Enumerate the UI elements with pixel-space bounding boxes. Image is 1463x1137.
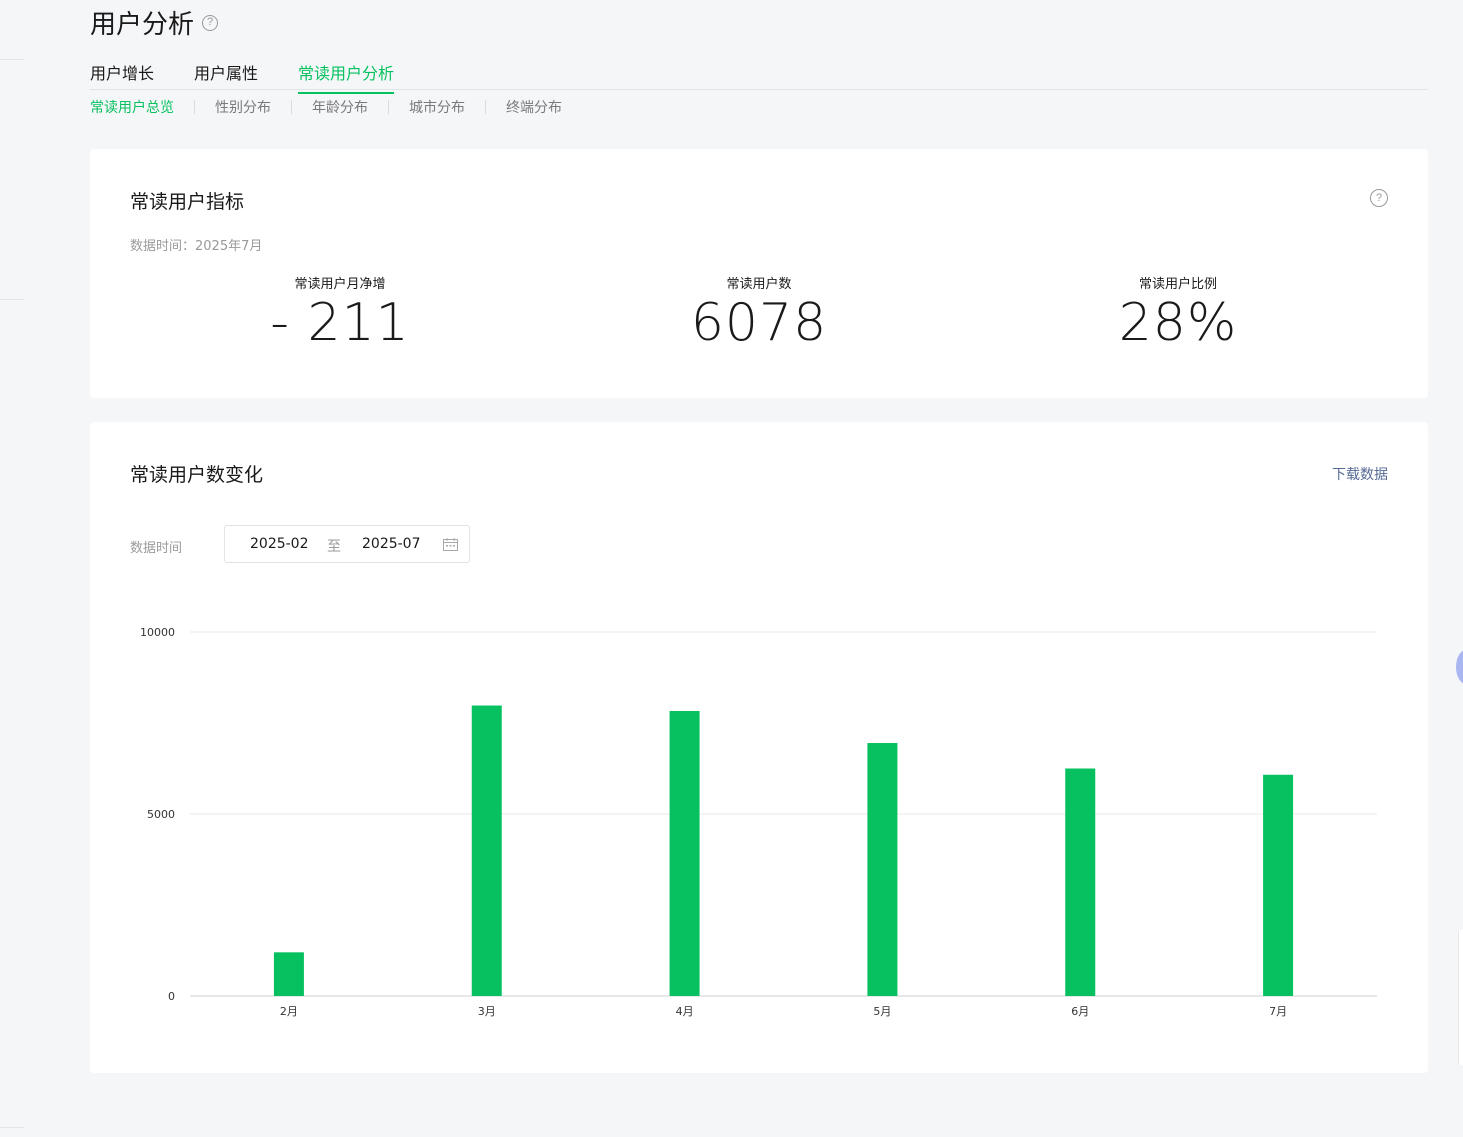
metrics-card: 常读用户指标 ? 数据时间：2025年7月 常读用户月净增 - 211 常读用户… [90, 149, 1428, 398]
tab-user-attributes[interactable]: 用户属性 [194, 60, 258, 92]
page-title: 用户分析 ? [90, 4, 219, 41]
stat-ratio-value: 28% [1118, 293, 1238, 353]
subtab-divider [291, 100, 292, 114]
tab-user-growth[interactable]: 用户增长 [90, 60, 154, 92]
bar-1 [273, 952, 304, 996]
tab-frequent-readers[interactable]: 常读用户分析 [298, 60, 395, 94]
subtab-age[interactable]: 年龄分布 [312, 97, 368, 117]
x-tick-label: 5月 [873, 1005, 891, 1018]
bar-3 [669, 710, 700, 996]
subtab-divider [388, 100, 389, 114]
y-tick-label: 5000 [147, 808, 175, 821]
metrics-card-title: 常读用户指标 [130, 191, 245, 213]
x-tick-label: 7月 [1269, 1005, 1287, 1018]
bar-5 [1065, 768, 1096, 996]
subtab-divider [194, 100, 195, 114]
page-title-text: 用户分析 [90, 10, 195, 40]
stat-user-count-label: 常读用户数 [726, 277, 792, 292]
bar-4 [867, 743, 898, 996]
metrics-data-time: 数据时间：2025年7月 [130, 239, 263, 254]
user-count-bar-chart: 0 5000 10000 2月 3月 4月 5月 6月 7月 [140, 626, 1377, 1018]
y-tick-label: 10000 [140, 626, 175, 639]
stat-ratio-label: 常读用户比例 [1138, 277, 1217, 292]
bar-6 [1263, 774, 1294, 996]
bar-2 [471, 705, 502, 996]
stat-net-growth-value: - 211 [270, 293, 410, 353]
y-tick-label: 0 [168, 990, 175, 1003]
left-edge-divider [0, 1127, 24, 1128]
x-tick-label: 3月 [478, 1005, 496, 1018]
subtab-overview[interactable]: 常读用户总览 [90, 97, 174, 117]
subtab-divider [485, 100, 486, 114]
metrics-help-icon[interactable]: ? [1370, 189, 1388, 207]
subtab-gender[interactable]: 性别分布 [215, 97, 271, 117]
x-tick-label: 6月 [1071, 1005, 1089, 1018]
x-tick-label: 2月 [280, 1005, 298, 1018]
stat-net-growth-label: 常读用户月净增 [294, 277, 386, 292]
subtab-device[interactable]: 终端分布 [506, 97, 562, 117]
main-tabs: 用户增长 用户属性 常读用户分析 [90, 58, 1428, 94]
floating-assistant-button[interactable] [1456, 650, 1463, 684]
stat-user-count-value: 6078 [690, 293, 828, 353]
help-icon[interactable]: ? [202, 14, 219, 31]
sub-tabs: 常读用户总览 性别分布 年龄分布 城市分布 终端分布 [90, 97, 562, 117]
left-edge-divider [0, 59, 24, 60]
x-tick-label: 4月 [676, 1005, 694, 1018]
subtab-city[interactable]: 城市分布 [409, 97, 465, 117]
side-panel-edge [1458, 930, 1463, 1065]
trend-card: 常读用户数变化 下载数据 数据时间 2025-02 至 2025-07 0 500… [90, 422, 1428, 1073]
left-edge-divider [0, 299, 24, 300]
